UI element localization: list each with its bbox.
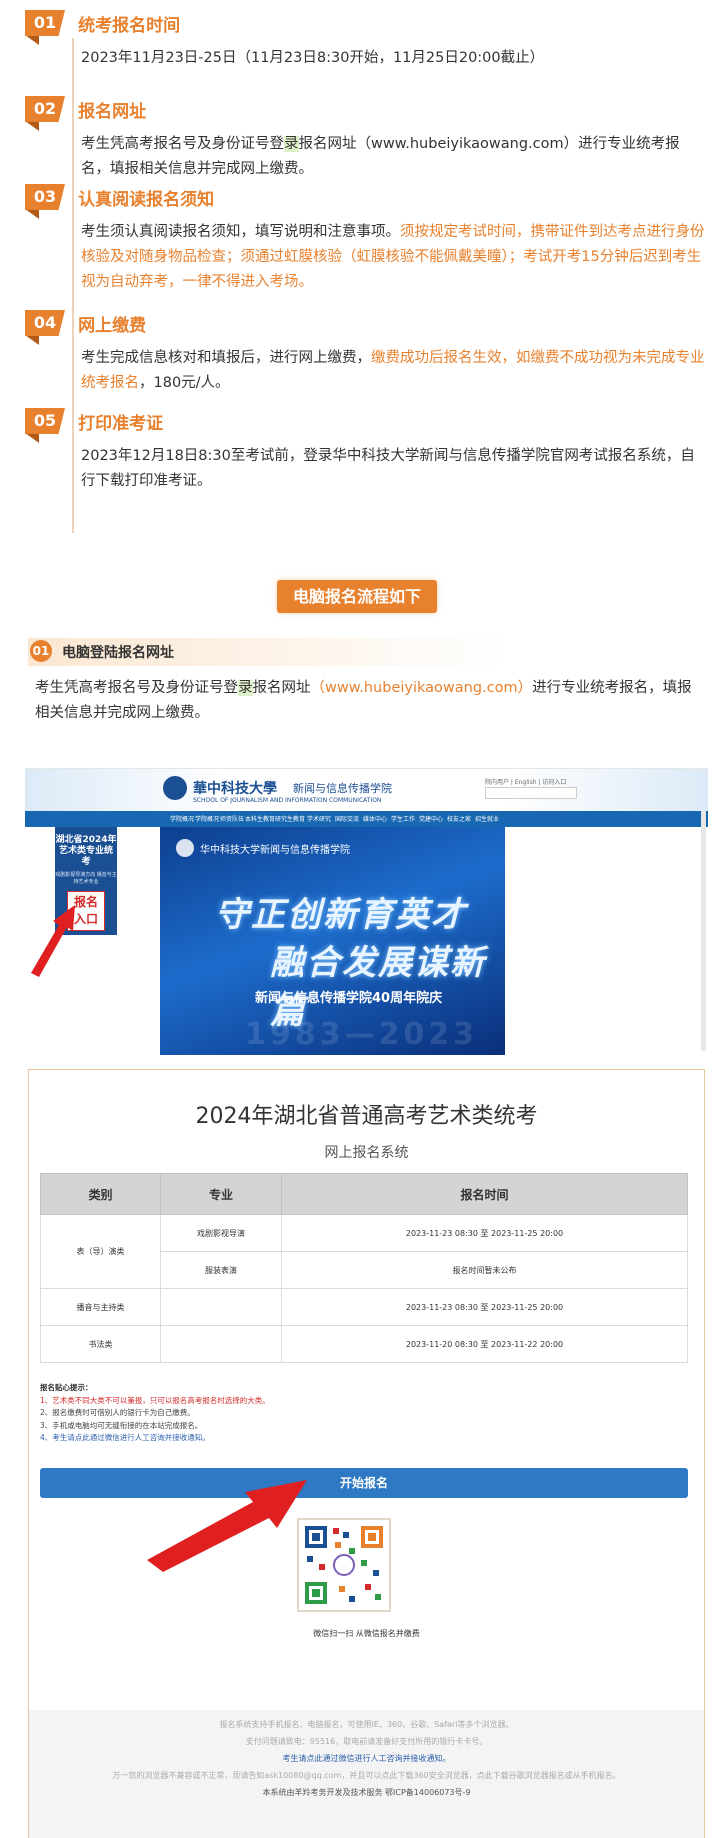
time-cell: 2023-11-20 08:30 至 2023-11-22 20:00 (281, 1325, 688, 1363)
school-seal-icon (163, 776, 187, 800)
section-banner: 电脑报名流程如下 (277, 580, 437, 613)
substep-text: 考生凭高考报名号及身份证号登录报名网址（www.hubeiyikaowang.c… (35, 680, 692, 721)
table-row: 书法类 2023-11-20 08:30 至 2023-11-22 20:00 (40, 1325, 688, 1363)
step-body: 考生凭高考报名号及身份证号登录报名网址（www.hubeiyikaowang.c… (81, 136, 680, 177)
step-title: 认真阅读报名须知 (78, 189, 215, 210)
tip-item: 3、手机或电脑均可无缝衔接的在本站完成报名。 (40, 1420, 203, 1430)
nav-item[interactable]: 学院概况 (170, 814, 194, 823)
major-cell: 服装表演 (160, 1251, 282, 1289)
step-number: 02 (25, 96, 65, 122)
highlighted-text: 录 (238, 680, 253, 696)
category-cell: 表（导）演类 (40, 1214, 161, 1289)
substep-header: 01 电脑登陆报名网址 (28, 638, 714, 666)
entry-card-title: 湖北省2024年艺术类专业统考 (55, 835, 117, 867)
nav-item[interactable]: 校友之家 (447, 814, 471, 823)
step-1: 01 统考报名时间 2023年11月23日-25日（11月23日8:30开始，1… (25, 10, 705, 96)
nav-item[interactable]: 研究生教育 (275, 814, 305, 823)
school-seal-icon (176, 839, 194, 857)
major-cell (160, 1288, 282, 1326)
tip-item: 2、报名缴费时可借别人的银行卡为自己缴费。 (40, 1408, 195, 1417)
step-title: 报名网址 (78, 101, 147, 122)
nav-item[interactable]: 学生工作 (391, 814, 415, 823)
hero-years: 1983—2023 (245, 1017, 478, 1052)
site-nav: 学院概况 学院概况 师资队伍 本科生教育 研究生教育 学术研究 国际交流 媒体中… (25, 811, 708, 827)
system-subtitle: 网上报名系统 (324, 1145, 409, 1161)
step-2: 02 报名网址 考生凭高考报名号及身份证号登录报名网址（www.hubeiyik… (25, 96, 705, 184)
registration-schedule-table: 类别 专业 报名时间 表（导）演类 戏剧影视导演 2023-11-23 08:3… (40, 1173, 688, 1363)
wechat-qr-code (297, 1518, 391, 1612)
highlighted-text: 录 (284, 136, 299, 152)
step-title: 统考报名时间 (78, 15, 181, 36)
start-registration-button[interactable]: 开始报名 (40, 1468, 688, 1498)
category-cell: 书法类 (40, 1325, 161, 1363)
step-4: 04 网上缴费 考生完成信息核对和填报后，进行网上缴费，缴费成功后报名生效，如缴… (25, 310, 705, 408)
entry-card-subtitle: 戏剧影视导演方向 播音与主持艺术专业 (55, 872, 117, 885)
footer-copyright: 本系统由羊羚考务开发及技术服务 鄂ICP备14006073号-9 (262, 1788, 471, 1797)
tip-item: 1、艺术类不同大类不可以兼报，只可以报名高考报名时选择的大类。 (40, 1395, 270, 1405)
nav-item[interactable]: 学院概况 (195, 814, 219, 823)
step-number: 03 (25, 184, 65, 210)
column-header: 类别 (40, 1173, 161, 1215)
step-3: 03 认真阅读报名须知 考生须认真阅读报名须知，填写说明和注意事项。须按规定考试… (25, 184, 705, 310)
system-title: 2024年湖北省普通高考艺术类统考 (195, 1104, 538, 1129)
school-logo: 華中科技大學 (193, 781, 277, 797)
dept-name-en: SCHOOL OF JOURNALISM AND INFORMATION COM… (193, 797, 382, 804)
registration-system-screenshot: 2024年湖北省普通高考艺术类统考 网上报名系统 类别 专业 报名时间 表（导）… (28, 1069, 705, 1838)
wechat-consult-link[interactable]: 4、考生请点此通过微信进行人工咨询并接收通知。 (40, 1432, 270, 1445)
step-body: 考生完成信息核对和填报后，进行网上缴费，缴费成功后报名生效，如缴费不成功视为未完… (81, 350, 705, 391)
qr-code-icon (299, 1520, 389, 1610)
step-5: 05 打印准考证 2023年12月18日8:30至考试前，登录华中科技大学新闻与… (25, 408, 705, 498)
nav-item[interactable]: 学术研究 (307, 814, 331, 823)
dept-name: 新闻与信息传播学院 (293, 782, 392, 795)
registration-steps: 01 统考报名时间 2023年11月23日-25日（11月23日8:30开始，1… (25, 10, 705, 533)
qr-caption: 微信扫一扫 从微信报名并缴费 (313, 1629, 420, 1638)
registration-url-link[interactable]: （www.hubeiyikaowang.com） (311, 680, 533, 696)
nav-item[interactable]: 师资队伍 (220, 814, 244, 823)
step-number: 05 (25, 408, 65, 434)
nav-item[interactable]: 党建中心 (419, 814, 443, 823)
nav-item[interactable]: 招生就业 (475, 814, 499, 823)
time-cell: 2023-11-23 08:30 至 2023-11-25 20:00 (281, 1214, 688, 1252)
scrollbar[interactable] (701, 811, 706, 1051)
site-header: 華中科技大學 新闻与信息传播学院 SCHOOL OF JOURNALISM AN… (25, 769, 708, 811)
time-cell: 报名时间暂未公布 (281, 1251, 688, 1289)
time-cell: 2023-11-23 08:30 至 2023-11-25 20:00 (281, 1288, 688, 1326)
nav-item[interactable]: 媒体中心 (363, 814, 387, 823)
column-header: 报名时间 (281, 1173, 688, 1215)
nav-item[interactable]: 国际交流 (335, 814, 359, 823)
nav-item[interactable]: 本科生教育 (245, 814, 275, 823)
substep-number: 01 (30, 640, 52, 662)
step-title: 网上缴费 (78, 315, 147, 336)
table-row: 表（导）演类 戏剧影视导演 2023-11-23 08:30 至 2023-11… (40, 1214, 688, 1289)
site-search-input[interactable] (485, 787, 577, 799)
major-cell (160, 1325, 282, 1363)
step-body: 2023年12月18日8:30至考试前，登录华中科技大学新闻与信息传播学院官网考… (81, 448, 695, 489)
footer-line: 支付问题请致电：95516，取电前请准备好支付所用的银行卡卡号。 (245, 1737, 488, 1746)
school-website-screenshot: 華中科技大學 新闻与信息传播学院 SCHOOL OF JOURNALISM AN… (25, 768, 708, 1059)
step-number: 01 (25, 10, 65, 36)
table-row: 播音与主持类 2023-11-23 08:30 至 2023-11-25 20:… (40, 1288, 688, 1326)
step-body: 2023年11月23日-25日（11月23日8:30开始，11月25日20:00… (81, 50, 545, 66)
red-arrow-icon (31, 905, 75, 977)
step-title: 打印准考证 (78, 413, 164, 434)
substep-title: 电脑登陆报名网址 (62, 645, 174, 661)
category-cell: 播音与主持类 (40, 1288, 161, 1326)
registration-tips: 报名贴心提示： 1、艺术类不同大类不可以兼报，只可以报名高考报名时选择的大类。 … (40, 1382, 270, 1445)
system-footer: 报名系统支持手机报名、电脑报名，可使用IE、360、谷歌、Safari等多个浏览… (29, 1710, 704, 1838)
table-header-row: 类别 专业 报名时间 (40, 1173, 688, 1215)
footer-line: 万一您的浏览器不兼容或不正常，烦请告知ask10080@qq.com，并且可以点… (112, 1771, 621, 1780)
footer-line: 报名系统支持手机报名、电脑报名，可使用IE、360、谷歌、Safari等多个浏览… (219, 1720, 514, 1729)
step-body: 考生须认真阅读报名须知，填写说明和注意事项。须按规定考试时间，携带证件到达考点进… (81, 224, 705, 290)
hero-subtitle: 新闻与信息传播学院40周年院庆 (255, 991, 443, 1006)
footer-wechat-link[interactable]: 考生请点此通过微信进行人工咨询并接收通知。 (29, 1750, 704, 1767)
hero-banner: 华中科技大学新闻与信息传播学院 守正创新育英才 融合发展谋新篇 新闻与信息传播学… (160, 827, 505, 1055)
hero-logo: 华中科技大学新闻与信息传播学院 (200, 845, 350, 856)
hero-slogan-1: 守正创新育英才 (215, 895, 467, 935)
top-links[interactable]: 院内用户 | English | 访问入口 (485, 777, 566, 786)
major-cell: 戏剧影视导演 (160, 1214, 282, 1252)
tips-title: 报名贴心提示： (40, 1383, 93, 1392)
step-number: 04 (25, 310, 65, 336)
column-header: 专业 (160, 1173, 282, 1215)
red-arrow-icon (147, 1480, 307, 1572)
